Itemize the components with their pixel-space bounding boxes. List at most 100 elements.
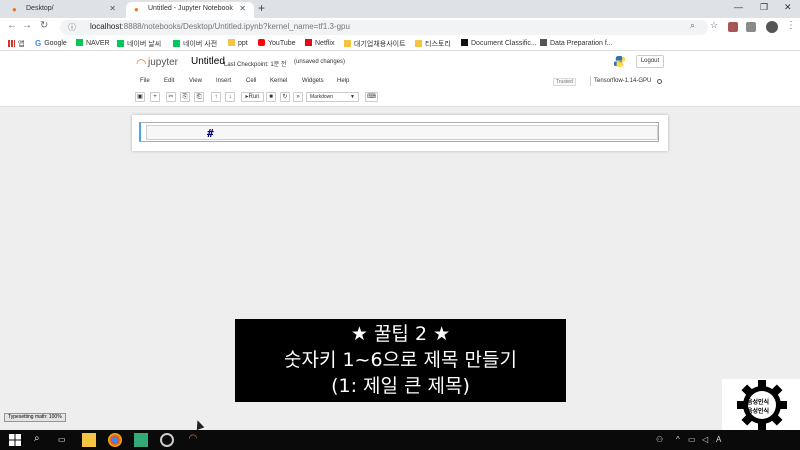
bookmark-label: ppt [238,40,248,47]
jupyter-logo-icon: ◠ [136,56,147,70]
profile-avatar[interactable] [766,21,778,33]
tab-label: Untitled - Jupyter Notebook [148,5,233,12]
copy-icon[interactable]: ⎘ [180,92,190,102]
volume-icon[interactable]: ◁ [702,435,708,444]
move-up-icon[interactable]: ↑ [211,92,221,102]
browser-tab-strip: ● Desktop/ ✕ ● Untitled - Jupyter Notebo… [0,0,800,18]
minimize-icon[interactable]: — [734,2,743,12]
bookmark-label: 티스토리 [425,41,451,48]
more-menu-icon[interactable]: ⋮ [786,20,796,31]
file-explorer-icon[interactable] [82,433,96,447]
back-icon[interactable]: ← [7,20,17,31]
app-icon[interactable] [134,433,148,447]
bookmark-document-classification[interactable]: Document Classific... [461,39,537,47]
close-window-icon[interactable]: ✕ [784,2,792,13]
bookmark-label: Google [44,40,67,47]
bookmark-ppt[interactable]: ppt [228,39,248,47]
bookmark-netflix[interactable]: Netflix [305,39,334,47]
keyboard-icon[interactable]: ⌨ [365,92,378,102]
ime-icon[interactable]: A [716,435,721,444]
cell-type-value: Markdown [310,94,334,100]
bookmark-label: Data Preparation f... [550,40,613,47]
url-host: localhost [90,22,122,31]
bookmark-google[interactable]: G Google [35,39,67,48]
bookmark-label: Document Classific... [471,40,537,47]
people-icon[interactable]: ⚇ [656,435,663,444]
forward-icon[interactable]: → [22,20,32,31]
extension-icon[interactable] [728,22,738,32]
bookmark-data-preparation[interactable]: Data Preparation f... [540,39,613,47]
watermark-text: 음성인식 [747,399,770,406]
channel-watermark: 음성인식 음성인식 [722,379,800,430]
reload-icon[interactable]: ↻ [40,20,48,31]
move-down-icon[interactable]: ↓ [225,92,235,102]
tab-untitled[interactable]: ● Untitled - Jupyter Notebook ✕ [126,2,254,18]
search-icon[interactable]: ⌕ [690,20,695,31]
tab-label: Desktop/ [26,5,54,12]
jupyter-logo-text[interactable]: jupyter [148,57,178,68]
bookmark-naver-weather[interactable]: 네이버 날씨 [117,39,161,49]
jupyter-favicon-icon: ● [12,5,17,14]
notebook-title[interactable]: Untitled [191,56,225,67]
youtube-icon [258,39,265,46]
markdown-cell[interactable]: # [139,122,659,142]
restart-run-all-icon[interactable]: » [293,92,303,102]
bookmark-apps[interactable]: 앱 [8,39,24,49]
search-icon[interactable]: ⌕ [34,433,40,444]
menu-help[interactable]: Help [337,78,349,84]
menu-cell[interactable]: Cell [246,78,256,84]
save-icon[interactable]: ▣ [135,92,145,102]
url-text: localhost:8888/notebooks/Desktop/Untitle… [90,22,350,31]
run-button[interactable]: ▸Run [241,92,264,102]
bookmark-naver-dictionary[interactable]: 네이버 사전 [173,39,217,49]
browser-toolbar: ← → ↻ ⓘ localhost:8888/notebooks/Desktop… [0,18,800,37]
menu-insert[interactable]: Insert [216,78,231,84]
menu-kernel[interactable]: Kernel [270,78,287,84]
tab-desktop[interactable]: ● Desktop/ ✕ [4,2,124,18]
bookmark-naver[interactable]: NAVER [76,39,110,47]
windows-start-icon[interactable] [8,433,22,447]
menu-view[interactable]: View [189,78,202,84]
kernel-name: Tensorflow-1.14-GPU [594,78,652,84]
info-icon[interactable]: ⓘ [68,22,76,33]
logout-button[interactable]: Logout [636,55,664,68]
bookmark-label: 네이버 날씨 [127,41,162,48]
chevron-up-icon[interactable]: ^ [676,435,680,444]
menu-file[interactable]: File [140,78,150,84]
cut-icon[interactable]: ✂ [166,92,176,102]
insert-cell-icon[interactable]: + [150,92,160,102]
paste-icon[interactable]: ⎗ [194,92,204,102]
cell-type-select[interactable]: Markdown ▼ [306,92,359,102]
naver-icon [173,40,180,47]
extension-icon[interactable] [746,22,756,32]
bookmark-label: Netflix [315,40,335,47]
star-icon[interactable]: ☆ [710,20,718,31]
restart-icon[interactable]: ↻ [280,92,290,102]
cell-editor[interactable]: # [146,125,658,140]
address-bar[interactable]: ⓘ localhost:8888/notebooks/Desktop/Untit… [60,20,708,35]
folder-icon [344,40,351,47]
trusted-indicator[interactable]: Trusted [553,78,576,86]
interrupt-icon[interactable]: ■ [266,92,276,102]
menu-edit[interactable]: Edit [164,78,174,84]
bookmark-youtube[interactable]: YouTube [258,39,296,47]
close-icon[interactable]: ✕ [239,2,246,16]
cell-input-text[interactable]: # [207,127,214,140]
bookmark-tistory[interactable]: 티스토리 [415,39,451,49]
task-view-icon[interactable]: ▭ [58,435,66,444]
caption-line-1: ★ 꿀팁 2 ★ [350,323,451,345]
python-logo-icon [613,55,626,68]
jupyter-header: ◠ jupyter Untitled Last Checkpoint: 1분 전… [0,51,800,107]
jupyter-app-icon[interactable]: ◠ [186,433,200,447]
google-icon: G [35,39,42,48]
network-icon[interactable]: ▭ [688,435,696,444]
app-icon[interactable] [160,433,174,447]
restore-icon[interactable]: ❐ [760,2,768,13]
close-icon[interactable]: ✕ [109,2,116,16]
new-tab-button[interactable]: + [258,1,265,15]
unsaved-status: (unsaved changes) [294,59,346,65]
jupyter-favicon-icon: ● [134,5,139,14]
bookmark-jobs[interactable]: 대기업채용사이트 [344,39,406,49]
chrome-icon[interactable] [108,433,122,447]
menu-widgets[interactable]: Widgets [302,78,324,84]
